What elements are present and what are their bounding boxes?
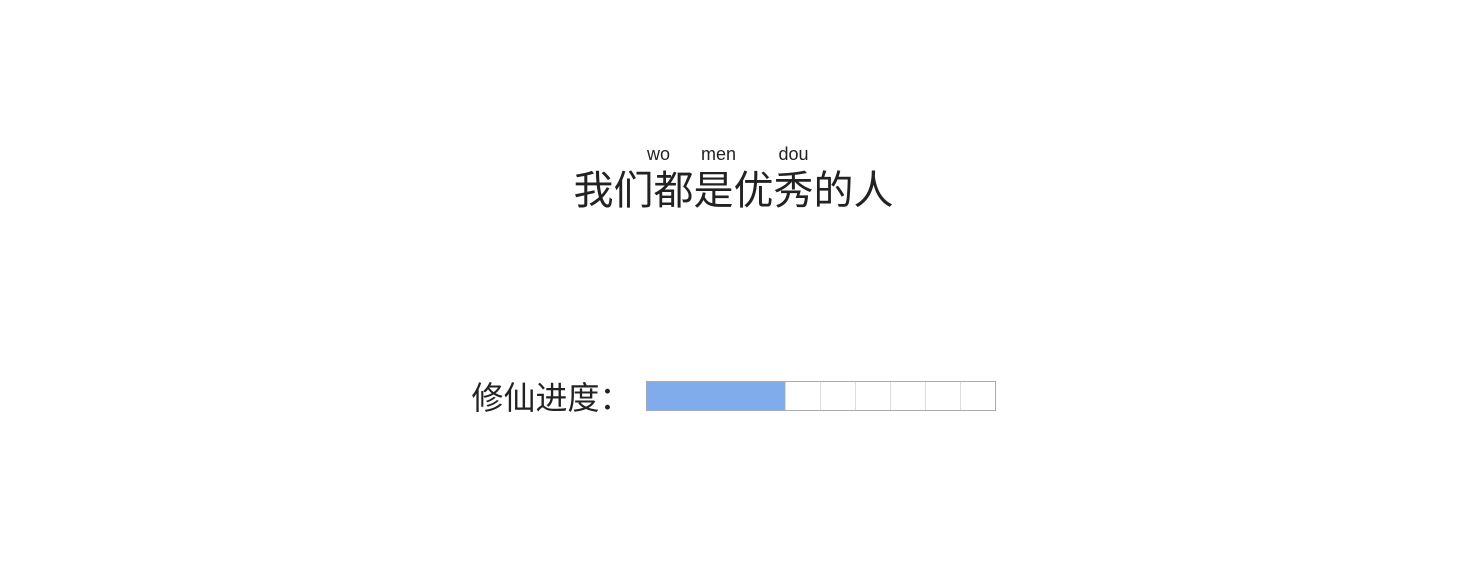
progress-segment — [821, 382, 856, 410]
progress-segment — [856, 382, 891, 410]
progress-label: 修仙进度： — [471, 373, 631, 419]
progress-row: 修仙进度： — [471, 373, 995, 419]
pinyin-row: wo men dou — [635, 145, 833, 163]
progress-bar — [646, 381, 996, 411]
pinyin-syllable: dou — [755, 145, 833, 163]
title-block: wo men dou 我们都是优秀的人 — [574, 145, 894, 213]
title-hanzi: 我们都是优秀的人 — [574, 169, 894, 213]
progress-segment — [961, 382, 995, 410]
progress-segment — [647, 382, 682, 410]
progress-segment — [926, 382, 961, 410]
progress-segment — [891, 382, 926, 410]
page: wo men dou 我们都是优秀的人 修仙进度： — [0, 0, 1467, 565]
pinyin-syllable: wo — [635, 145, 683, 163]
progress-segment — [751, 382, 786, 410]
progress-segment — [681, 382, 716, 410]
progress-segment — [786, 382, 821, 410]
pinyin-syllable: men — [683, 145, 755, 163]
progress-segment — [716, 382, 751, 410]
